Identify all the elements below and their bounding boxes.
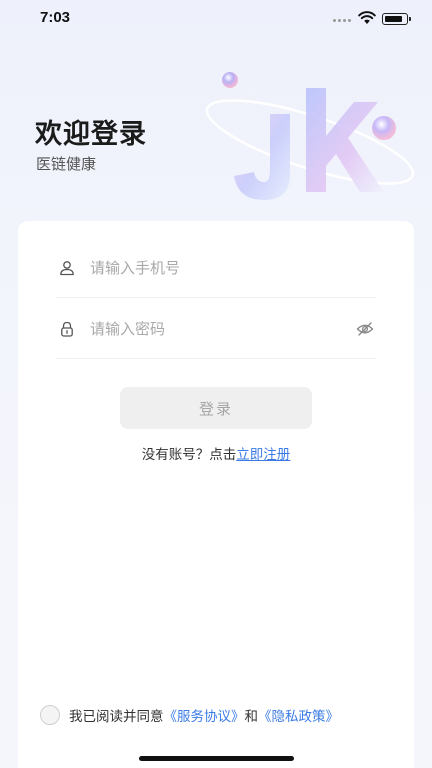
app-name: 医链健康 <box>36 155 97 173</box>
page-title: 欢迎登录 <box>35 119 147 150</box>
agreement-row: 我已阅读并同意 《服务协议》 和 《隐私政策》 <box>40 705 339 725</box>
phone-field <box>56 238 376 298</box>
agreement-conjunction: 和 <box>244 709 259 725</box>
eye-hidden-icon[interactable] <box>356 320 374 338</box>
password-field <box>56 299 376 359</box>
home-indicator[interactable] <box>139 756 294 761</box>
privacy-policy-link[interactable]: 《隐私政策》 <box>258 705 339 725</box>
user-icon <box>58 259 76 277</box>
password-input[interactable] <box>90 313 330 344</box>
phone-input[interactable] <box>90 252 330 283</box>
agreement-text: 我已阅读并同意 <box>69 709 164 725</box>
signal-icon <box>333 19 351 22</box>
login-card: 登录 没有账号？点击立即注册 <box>18 221 414 768</box>
register-link[interactable]: 立即注册 <box>236 447 290 463</box>
no-account-text: 没有账号？点击 <box>141 447 237 463</box>
battery-icon <box>382 13 411 25</box>
agreement-checkbox[interactable] <box>40 705 60 725</box>
status-time: 7:03 <box>40 9 71 26</box>
service-agreement-link[interactable]: 《服务协议》 <box>164 705 245 725</box>
lock-icon <box>58 320 76 338</box>
status-bar: 7:03 <box>0 0 432 40</box>
register-prompt: 没有账号？点击立即注册 <box>18 443 414 463</box>
wifi-icon <box>358 11 376 24</box>
decorative-logo <box>205 72 415 200</box>
login-button[interactable]: 登录 <box>120 387 312 429</box>
